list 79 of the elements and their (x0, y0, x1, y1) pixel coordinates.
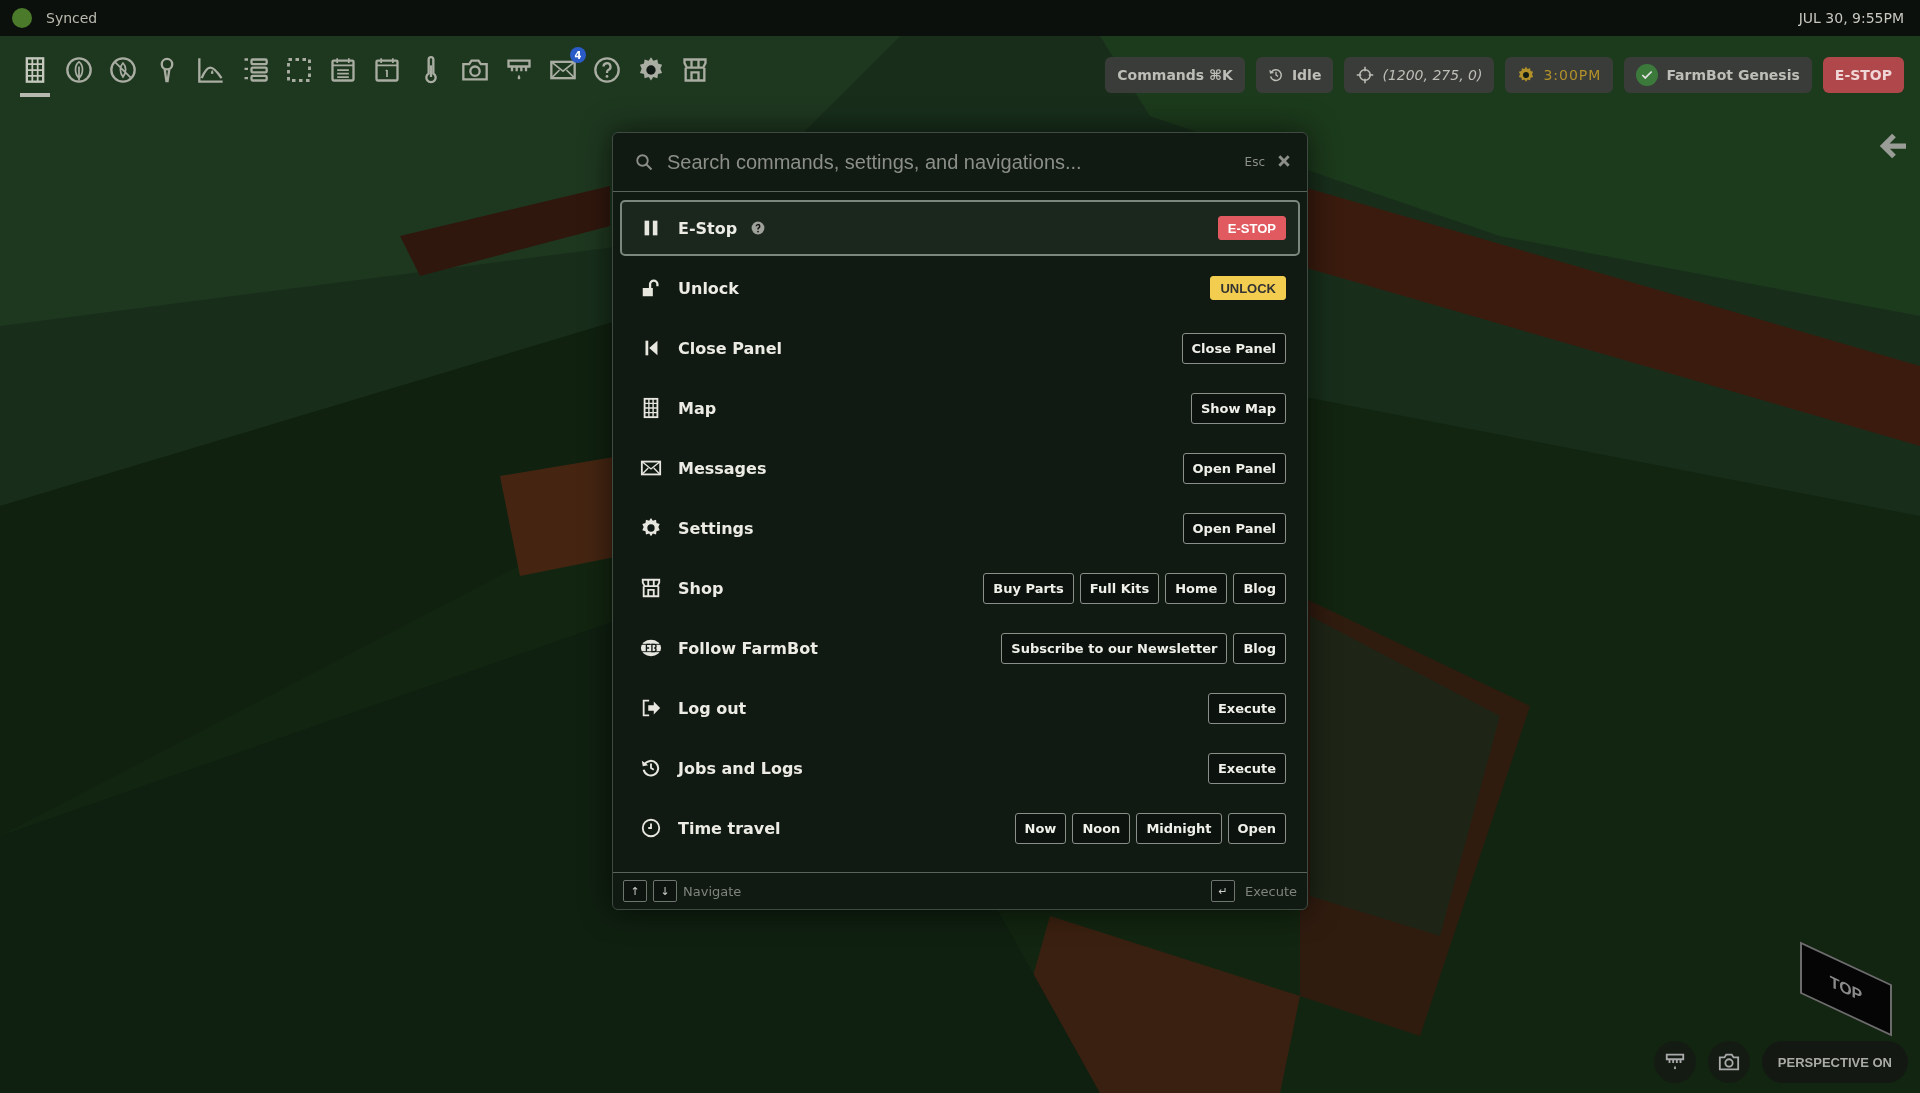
position-button[interactable]: (1200, 275, 0) (1344, 57, 1495, 93)
date-time: JUL 30, 9:55PM (1798, 10, 1904, 26)
search-field[interactable]: Search commands, settings, and navigations... (665, 149, 1233, 175)
calendar-icon (329, 56, 357, 84)
key-hint: ↵ (1211, 880, 1235, 902)
shop-icon (681, 56, 709, 84)
command-row[interactable]: Settings Open Panel (620, 500, 1300, 556)
action-button[interactable]: Blog (1233, 572, 1286, 604)
command-row[interactable]: Close Panel Close Panel (620, 320, 1300, 376)
search-icon (635, 153, 653, 171)
weed-icon (109, 56, 137, 84)
commands-button[interactable]: Commands ⌘K (1105, 57, 1245, 93)
action-button[interactable]: Home (1165, 572, 1228, 604)
command-label: Follow FarmBot (678, 638, 818, 658)
history-icon (1267, 67, 1284, 83)
curve-icon (197, 56, 225, 84)
command-label: E-Stop (678, 218, 738, 238)
action-button[interactable]: Execute (1207, 692, 1286, 724)
command-label: Unlock (678, 278, 739, 298)
command-row[interactable]: Follow FarmBot Subscribe to our Newsletter Blog (620, 620, 1300, 676)
check-icon (1636, 64, 1659, 86)
action-button[interactable]: Open Panel (1182, 512, 1286, 544)
command-label: Close Panel (678, 338, 782, 358)
action-button[interactable]: Show Map (1190, 392, 1286, 424)
action-button[interactable]: Blog (1233, 632, 1286, 664)
sync-status: Synced (46, 10, 98, 26)
action-button[interactable]: UNLOCK (1210, 276, 1286, 300)
command-label: Settings (678, 518, 754, 538)
command-row[interactable]: Shop Buy Parts Full Kits Home Blog (620, 560, 1300, 616)
logo-icon (640, 637, 662, 659)
action-button[interactable]: Close Panel (1181, 332, 1286, 364)
action-button[interactable]: Now (1014, 812, 1067, 844)
command-label: Messages (678, 458, 767, 478)
clock-icon (640, 817, 662, 839)
command-row[interactable]: E-Stop E-STOP (620, 200, 1300, 256)
logout-icon (640, 697, 662, 719)
key-hint: ↑ (623, 880, 647, 902)
command-label: Time travel (678, 818, 781, 838)
action-button[interactable]: E-STOP (1217, 216, 1286, 240)
gear-icon (640, 517, 662, 539)
day-icon (373, 56, 401, 84)
camera-icon (1717, 1051, 1740, 1073)
command-row[interactable]: Unlock UNLOCK (620, 260, 1300, 316)
help-icon (593, 56, 621, 84)
action-button[interactable]: Open (1227, 812, 1286, 844)
command-row[interactable]: Jobs and Logs Execute (620, 740, 1300, 796)
action-button[interactable]: Buy Parts (983, 572, 1074, 604)
gear-icon (1517, 66, 1536, 84)
unlock-icon (640, 277, 662, 299)
command-row[interactable]: Messages Open Panel (620, 440, 1300, 496)
help-icon[interactable] (751, 221, 766, 235)
zone-icon (285, 56, 313, 84)
time-button[interactable]: 3:00PM (1505, 57, 1614, 93)
status-button[interactable]: Idle (1255, 57, 1334, 93)
action-button[interactable]: Midnight (1136, 812, 1222, 844)
device-button[interactable]: FarmBot Genesis (1624, 57, 1812, 93)
crosshair-icon (1356, 66, 1375, 84)
key-hint: ↓ (653, 880, 677, 902)
status-dot (12, 8, 32, 28)
command-row[interactable]: Time travel Now Noon Midnight Open (620, 800, 1300, 856)
action-button[interactable]: Subscribe to our Newsletter (1001, 632, 1228, 664)
history-icon (640, 757, 662, 779)
command-label: Log out (678, 698, 747, 718)
command-label: Shop (678, 578, 724, 598)
action-button[interactable]: Open Panel (1182, 452, 1286, 484)
action-button[interactable]: Noon (1072, 812, 1131, 844)
command-row[interactable]: Log out Execute (620, 680, 1300, 736)
action-button[interactable]: Full Kits (1079, 572, 1160, 604)
execute-hint: Execute (1245, 883, 1297, 899)
command-row[interactable]: Map Show Map (620, 380, 1300, 436)
navigate-hint: Navigate (683, 883, 742, 899)
shop-icon (640, 577, 662, 599)
esc-hint: Esc (1244, 155, 1265, 169)
command-label: Jobs and Logs (678, 758, 803, 778)
command-label: Map (678, 398, 717, 418)
estop-button[interactable]: E-STOP (1822, 57, 1904, 93)
action-button[interactable]: Execute (1207, 752, 1286, 784)
leaf-icon (65, 56, 93, 84)
perspective-button[interactable]: PERSPECTIVE ON (1761, 1041, 1908, 1083)
